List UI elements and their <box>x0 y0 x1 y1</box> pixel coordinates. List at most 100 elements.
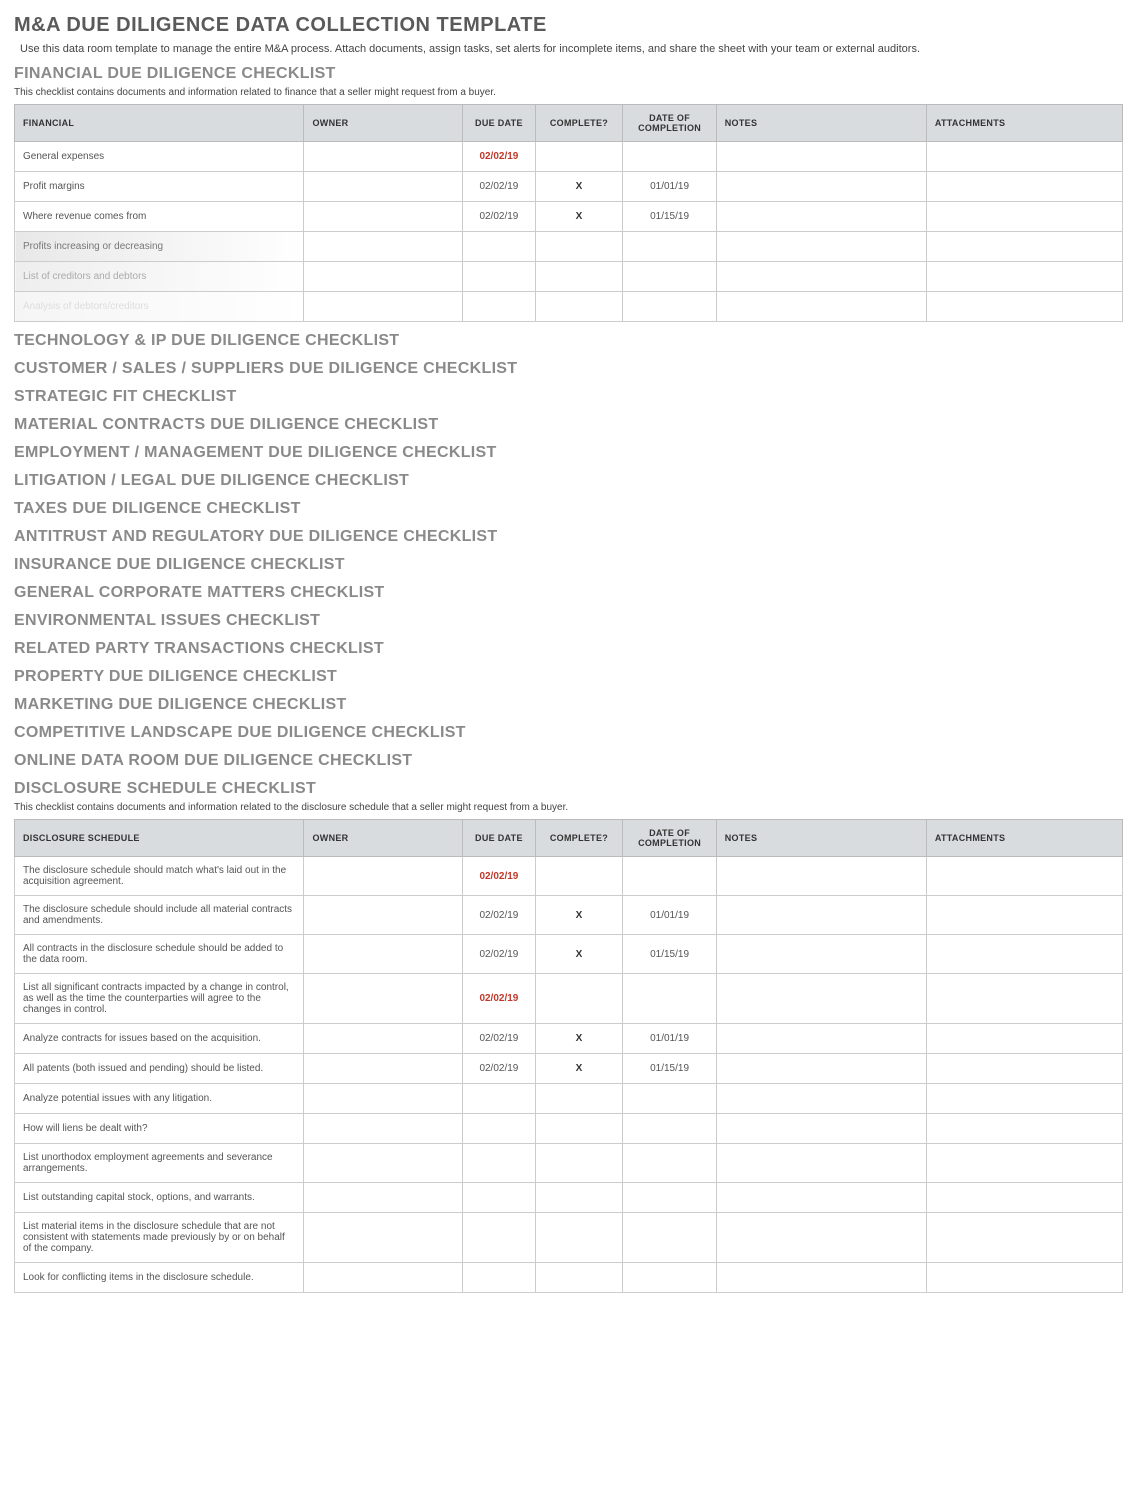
cell-attachments[interactable] <box>926 1084 1122 1114</box>
cell-due_date[interactable] <box>463 1144 535 1183</box>
cell-complete[interactable] <box>535 857 623 896</box>
cell-attachments[interactable] <box>926 262 1122 292</box>
cell-attachments[interactable] <box>926 1114 1122 1144</box>
cell-completion_date[interactable] <box>623 857 716 896</box>
cell-due_date[interactable]: 02/02/19 <box>463 935 535 974</box>
cell-completion_date[interactable]: 01/01/19 <box>623 1024 716 1054</box>
cell-completion_date[interactable] <box>623 292 716 322</box>
cell-completion_date[interactable]: 01/15/19 <box>623 935 716 974</box>
cell-due_date[interactable]: 02/02/19 <box>463 974 535 1024</box>
cell-attachments[interactable] <box>926 172 1122 202</box>
cell-owner[interactable] <box>304 857 463 896</box>
cell-due_date[interactable] <box>463 1084 535 1114</box>
cell-completion_date[interactable] <box>623 1084 716 1114</box>
cell-complete[interactable] <box>535 1263 623 1293</box>
cell-notes[interactable] <box>716 935 926 974</box>
cell-completion_date[interactable] <box>623 1114 716 1144</box>
cell-owner[interactable] <box>304 896 463 935</box>
cell-completion_date[interactable]: 01/01/19 <box>623 172 716 202</box>
cell-notes[interactable] <box>716 1084 926 1114</box>
cell-complete[interactable]: X <box>535 935 623 974</box>
cell-completion_date[interactable] <box>623 1263 716 1293</box>
cell-complete[interactable] <box>535 232 623 262</box>
cell-attachments[interactable] <box>926 1183 1122 1213</box>
cell-owner[interactable] <box>304 292 463 322</box>
cell-item[interactable]: List unorthodox employment agreements an… <box>15 1144 304 1183</box>
cell-attachments[interactable] <box>926 1144 1122 1183</box>
cell-complete[interactable] <box>535 1114 623 1144</box>
cell-attachments[interactable] <box>926 974 1122 1024</box>
cell-attachments[interactable] <box>926 292 1122 322</box>
cell-owner[interactable] <box>304 1144 463 1183</box>
cell-completion_date[interactable] <box>623 974 716 1024</box>
cell-owner[interactable] <box>304 1084 463 1114</box>
cell-item[interactable]: List of creditors and debtors <box>15 262 304 292</box>
cell-notes[interactable] <box>716 1213 926 1263</box>
cell-due_date[interactable]: 02/02/19 <box>463 202 535 232</box>
cell-attachments[interactable] <box>926 202 1122 232</box>
cell-owner[interactable] <box>304 262 463 292</box>
cell-item[interactable]: Profits increasing or decreasing <box>15 232 304 262</box>
cell-complete[interactable] <box>535 1144 623 1183</box>
cell-complete[interactable]: X <box>535 1024 623 1054</box>
cell-notes[interactable] <box>716 1114 926 1144</box>
cell-completion_date[interactable]: 01/15/19 <box>623 1054 716 1084</box>
cell-notes[interactable] <box>716 974 926 1024</box>
cell-due_date[interactable]: 02/02/19 <box>463 896 535 935</box>
cell-due_date[interactable] <box>463 1114 535 1144</box>
cell-item[interactable]: All contracts in the disclosure schedule… <box>15 935 304 974</box>
cell-owner[interactable] <box>304 202 463 232</box>
cell-notes[interactable] <box>716 1054 926 1084</box>
cell-owner[interactable] <box>304 974 463 1024</box>
cell-complete[interactable] <box>535 1084 623 1114</box>
cell-completion_date[interactable] <box>623 1144 716 1183</box>
cell-complete[interactable] <box>535 1183 623 1213</box>
cell-item[interactable]: How will liens be dealt with? <box>15 1114 304 1144</box>
cell-notes[interactable] <box>716 1183 926 1213</box>
cell-complete[interactable] <box>535 1213 623 1263</box>
cell-completion_date[interactable] <box>623 1183 716 1213</box>
cell-completion_date[interactable] <box>623 262 716 292</box>
cell-notes[interactable] <box>716 232 926 262</box>
cell-completion_date[interactable]: 01/01/19 <box>623 896 716 935</box>
cell-due_date[interactable]: 02/02/19 <box>463 857 535 896</box>
cell-due_date[interactable]: 02/02/19 <box>463 172 535 202</box>
cell-notes[interactable] <box>716 1024 926 1054</box>
cell-notes[interactable] <box>716 202 926 232</box>
cell-completion_date[interactable] <box>623 232 716 262</box>
cell-notes[interactable] <box>716 172 926 202</box>
cell-due_date[interactable] <box>463 1183 535 1213</box>
cell-complete[interactable]: X <box>535 172 623 202</box>
cell-owner[interactable] <box>304 142 463 172</box>
cell-attachments[interactable] <box>926 857 1122 896</box>
cell-notes[interactable] <box>716 142 926 172</box>
cell-due_date[interactable]: 02/02/19 <box>463 1054 535 1084</box>
cell-notes[interactable] <box>716 896 926 935</box>
cell-attachments[interactable] <box>926 1213 1122 1263</box>
cell-notes[interactable] <box>716 857 926 896</box>
cell-item[interactable]: The disclosure schedule should include a… <box>15 896 304 935</box>
cell-complete[interactable] <box>535 292 623 322</box>
cell-item[interactable]: Analysis of debtors/creditors <box>15 292 304 322</box>
cell-item[interactable]: The disclosure schedule should match wha… <box>15 857 304 896</box>
cell-owner[interactable] <box>304 935 463 974</box>
cell-complete[interactable]: X <box>535 202 623 232</box>
cell-owner[interactable] <box>304 1263 463 1293</box>
cell-attachments[interactable] <box>926 1263 1122 1293</box>
cell-item[interactable]: All patents (both issued and pending) sh… <box>15 1054 304 1084</box>
cell-attachments[interactable] <box>926 935 1122 974</box>
cell-item[interactable]: List all significant contracts impacted … <box>15 974 304 1024</box>
cell-owner[interactable] <box>304 172 463 202</box>
cell-complete[interactable] <box>535 262 623 292</box>
cell-due_date[interactable]: 02/02/19 <box>463 142 535 172</box>
cell-attachments[interactable] <box>926 896 1122 935</box>
cell-notes[interactable] <box>716 1144 926 1183</box>
cell-completion_date[interactable] <box>623 1213 716 1263</box>
cell-owner[interactable] <box>304 1054 463 1084</box>
cell-item[interactable]: General expenses <box>15 142 304 172</box>
cell-item[interactable]: List material items in the disclosure sc… <box>15 1213 304 1263</box>
cell-completion_date[interactable] <box>623 142 716 172</box>
cell-attachments[interactable] <box>926 1024 1122 1054</box>
cell-owner[interactable] <box>304 1213 463 1263</box>
cell-owner[interactable] <box>304 1114 463 1144</box>
